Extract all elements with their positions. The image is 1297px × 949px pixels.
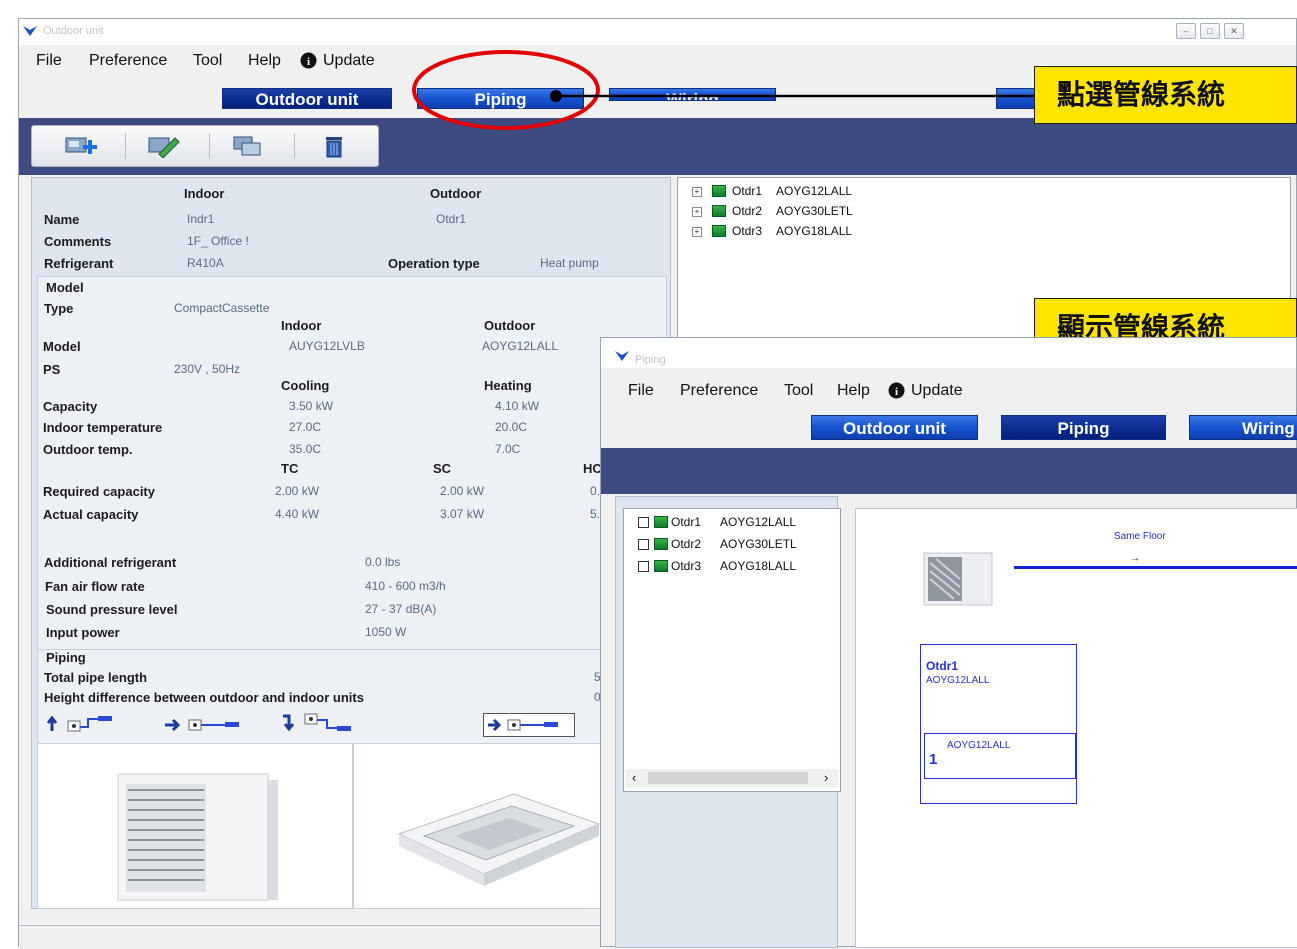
flow-arrow: → [1130, 553, 1140, 564]
info-icon: i [888, 382, 905, 399]
list-item-model: AOYG12LALL [720, 515, 797, 529]
outdoor-unit-icon [654, 560, 668, 572]
sub-node-model: AOYG12LALL [947, 740, 1011, 751]
tab-piping[interactable]: Piping [1001, 415, 1166, 440]
piping-window-title: Piping [635, 354, 666, 366]
list-item-id: Otdr2 [671, 537, 702, 551]
unit-checkbox[interactable] [638, 561, 649, 572]
piping-diagram[interactable]: Same Floor → Otdr1 AOYG12LALL AOYG12LALL… [855, 508, 1297, 948]
piping-toolbar-band [601, 448, 1297, 494]
svg-text:i: i [895, 386, 898, 398]
menu-help[interactable]: Help [837, 382, 870, 400]
list-item-model: AOYG30LETL [720, 537, 797, 551]
scroll-right-icon[interactable]: › [824, 770, 828, 785]
horizontal-scrollbar[interactable]: ‹ › [626, 769, 838, 787]
outdoor-unit-icon [654, 516, 668, 528]
outdoor-unit-thumbnail [923, 552, 993, 606]
menu-file[interactable]: File [628, 382, 654, 400]
list-item-id: Otdr1 [671, 515, 702, 529]
unit-checkbox[interactable] [638, 539, 649, 550]
unit-node-model: AOYG12LALL [926, 675, 990, 686]
tab-wiring[interactable]: Wiring [1189, 415, 1297, 440]
menu-tool[interactable]: Tool [784, 382, 813, 400]
piping-unit-list: Otdr1 AOYG12LALL Otdr2 AOYG30LETL Otdr3 … [623, 508, 841, 792]
menu-update[interactable]: Update [911, 382, 963, 400]
menu-preference[interactable]: Preference [680, 382, 758, 400]
outdoor-unit-icon [654, 538, 668, 550]
unit-checkbox[interactable] [638, 517, 649, 528]
piping-window: Piping File Preference Tool Help i Updat… [600, 337, 1297, 948]
app-logo-icon [615, 351, 629, 361]
piping-title-bar: Piping [601, 338, 1296, 368]
tab-outdoor-unit[interactable]: Outdoor unit [811, 415, 978, 440]
unit-node[interactable]: Otdr1 AOYG12LALL AOYG12LALL 1 [920, 644, 1077, 804]
pipe-line [1014, 566, 1297, 569]
scrollbar-thumb[interactable] [648, 772, 808, 784]
list-item-model: AOYG18LALL [720, 559, 797, 573]
sub-node-index: 1 [929, 751, 938, 768]
scroll-left-icon[interactable]: ‹ [632, 770, 636, 785]
highlight-circle [412, 50, 600, 130]
unit-node-name: Otdr1 [926, 659, 959, 673]
floor-label: Same Floor [1114, 531, 1166, 542]
callout-select-piping: 點選管線系統 [1034, 66, 1297, 124]
indoor-sub-node[interactable]: AOYG12LALL 1 [924, 733, 1076, 779]
list-item-id: Otdr3 [671, 559, 702, 573]
